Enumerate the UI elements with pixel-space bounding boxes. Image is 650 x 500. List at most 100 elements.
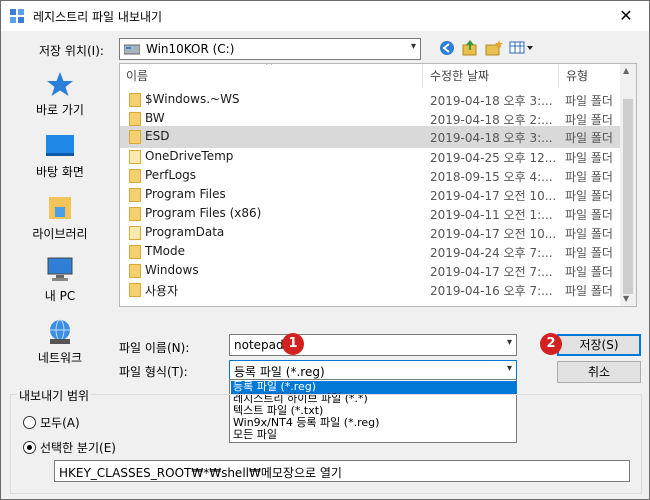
places-bar: 바로 가기 바탕 화면 라이브러리 내 PC 네트워크 [10,63,110,381]
sort-arrow-icon: ^ [265,63,274,72]
radio-all-label[interactable]: 모두(A) [40,414,80,431]
new-folder-icon[interactable] [485,39,503,57]
branch-path-input[interactable]: HKEY_CLASSES_ROOT₩*₩shell₩메모장으로 열기 [54,460,630,482]
location-label: 저장 위치(I): [39,44,104,58]
file-row[interactable]: 사용자 2019-04-16 오후 7:... 파일 폴더 [120,279,622,301]
file-date: 2019-04-17 오전 10... [430,189,557,203]
place-label: 내 PC [44,289,76,303]
folder-icon [129,207,141,221]
libraries-icon [49,197,71,219]
scrollbar-thumb[interactable] [623,99,633,294]
this-pc-icon [47,257,73,281]
filename-value: notepad [234,338,284,352]
radio-all[interactable] [23,416,36,429]
save-dialog: 레지스트리 파일 내보내기 ✕ 저장 위치(I): Win10KOR (C:) … [0,0,650,500]
close-button[interactable]: ✕ [603,1,649,31]
file-name: ESD [145,129,170,143]
chevron-down-icon[interactable]: ▾ [507,337,512,348]
file-name: Windows [145,263,199,277]
place-this-pc[interactable]: 내 PC [10,249,110,309]
network-icon [50,319,70,344]
column-divider[interactable] [422,64,423,88]
file-type: 파일 폴더 [565,170,613,184]
file-type: 파일 폴더 [565,189,613,203]
place-label: 네트워크 [37,351,83,365]
file-name: 사용자 [145,284,179,298]
folder-icon [129,169,141,183]
file-date: 2019-04-17 오전 7:... [430,265,553,279]
title-bar: 레지스트리 파일 내보내기 ✕ [1,1,649,31]
file-type: 파일 폴더 [565,246,613,260]
folder-icon [129,150,141,164]
place-label: 바탕 화면 [36,165,84,179]
file-name: OneDriveTemp [145,149,234,163]
file-name: BW [145,111,165,125]
file-name: TMode [145,244,186,258]
place-desktop[interactable]: 바탕 화면 [10,125,110,185]
file-date: 2018-09-15 오후 4:... [430,170,553,184]
cancel-button[interactable]: 취소 [557,361,641,383]
folder-icon [129,283,141,297]
place-libraries[interactable]: 라이브러리 [10,187,110,247]
folder-icon [129,264,141,278]
drive-icon [124,44,140,55]
up-folder-icon[interactable] [462,39,478,57]
window-title: 레지스트리 파일 내보내기 [33,10,163,24]
file-date: 2019-04-18 오후 3:... [430,94,553,108]
filetype-select[interactable]: 등록 파일 (*.reg) ▾ [229,360,517,380]
file-type: 파일 폴더 [565,208,613,222]
filetype-value: 등록 파일 (*.reg) [234,365,325,379]
file-date: 2019-04-24 오후 7:... [430,246,553,260]
chevron-down-icon: ▾ [410,41,416,52]
quick-access-icon [47,72,73,96]
radio-selected-branch[interactable] [23,441,36,454]
file-name: Program Files [145,187,226,201]
file-name: PerfLogs [145,168,197,182]
radio-selected-branch-label[interactable]: 선택한 분기(E) [40,439,116,456]
file-type: 파일 폴더 [565,265,613,279]
column-header-name[interactable]: 이름 [126,64,148,88]
file-date: 2019-04-16 오후 7:... [430,284,553,298]
place-label: 라이브러리 [32,227,88,241]
filetype-label: 파일 형식(T): [119,365,188,379]
folder-icon [129,112,141,126]
file-name: $Windows.~WS [145,92,240,106]
branch-path-value: HKEY_CLASSES_ROOT₩*₩shell₩메모장으로 열기 [59,466,342,480]
view-menu-icon[interactable] [509,40,535,56]
location-value: Win10KOR (C:) [146,42,235,56]
folder-icon [129,226,141,240]
file-type: 파일 폴더 [565,151,613,165]
location-combo[interactable]: Win10KOR (C:) ▾ [119,38,421,60]
desktop-icon [46,135,74,156]
folder-icon [129,188,141,202]
file-row-selected[interactable]: ESD 2019-04-18 오후 3:... 파일 폴더 [120,126,622,148]
folder-icon [129,245,141,259]
place-network[interactable]: 네트워크 [10,311,110,371]
column-header-date[interactable]: 수정한 날짜 [430,64,489,88]
filename-input[interactable]: notepad ▾ [229,334,517,356]
place-quick-access[interactable]: 바로 가기 [10,63,110,123]
scroll-down-icon[interactable]: ▼ [623,294,629,303]
file-list[interactable]: 이름 ^ 수정한 날짜 유형 $Windows.~WS 2019-04-18 오후… [119,63,637,307]
file-date: 2019-04-11 오전 1:... [430,208,553,222]
scroll-up-icon[interactable]: ▲ [623,66,629,75]
column-divider[interactable] [558,64,559,88]
file-type: 파일 폴더 [565,94,613,108]
save-button[interactable]: 저장(S) [557,334,641,356]
file-date: 2019-04-25 오후 12... [430,151,557,165]
folder-icon [129,93,141,107]
chevron-down-icon[interactable]: ▾ [507,363,512,374]
file-date: 2019-04-18 오후 3:... [430,131,553,145]
step-badge-2: 2 [540,333,562,355]
export-range-label: 내보내기 범위 [17,387,92,404]
vertical-scrollbar[interactable]: ▲ ▼ [620,64,636,306]
column-header-type[interactable]: 유형 [566,64,588,88]
regedit-icon [10,9,24,23]
folder-icon [129,130,141,144]
file-type: 파일 폴더 [565,227,613,241]
file-name: ProgramData [145,225,225,239]
file-type: 파일 폴더 [565,131,613,145]
file-name: Program Files (x86) [145,206,262,220]
back-icon[interactable] [439,40,455,56]
step-badge-1: 1 [282,333,304,355]
